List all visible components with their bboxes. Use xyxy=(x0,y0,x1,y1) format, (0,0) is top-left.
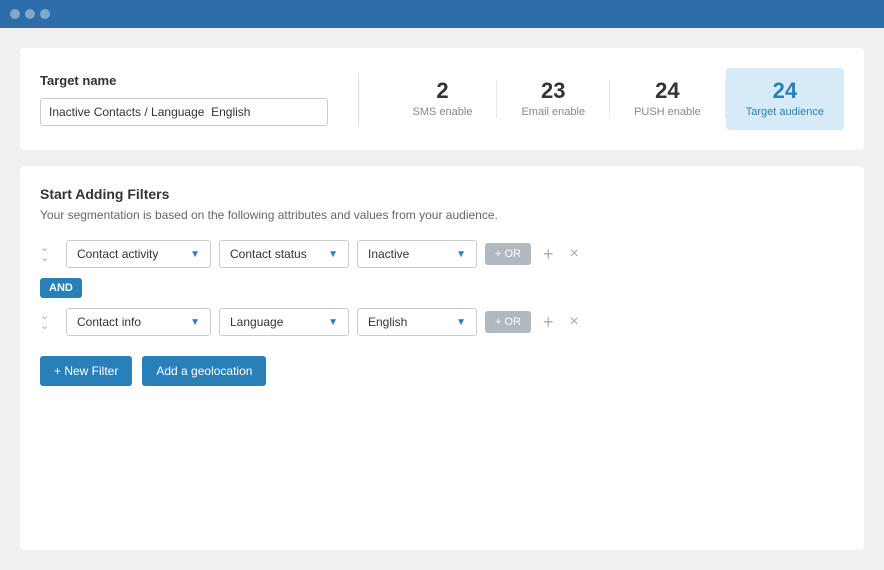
filter2-value-text: English xyxy=(368,315,407,329)
stat-sms: 2 SMS enable xyxy=(389,80,498,118)
filters-subtitle: Your segmentation is based on the follow… xyxy=(40,208,844,222)
stat-email-number: 23 xyxy=(521,80,585,102)
stat-sms-number: 2 xyxy=(413,80,473,102)
stat-email-label: Email enable xyxy=(521,106,585,118)
filter2-or-button[interactable]: + OR xyxy=(485,311,531,333)
filters-card: Start Adding Filters Your segmentation i… xyxy=(20,166,864,550)
filter2-attribute-dropdown[interactable]: Language ▼ xyxy=(219,308,349,336)
filter1-value-arrow: ▼ xyxy=(456,249,466,260)
filter2-category-value: Contact info xyxy=(77,315,141,329)
filter2-category-dropdown[interactable]: Contact info ▼ xyxy=(66,308,211,336)
top-card: Target name 2 SMS enable 23 Email enable… xyxy=(20,48,864,150)
traffic-light-3 xyxy=(40,9,50,19)
traffic-lights xyxy=(10,9,50,19)
filter2-value-arrow: ▼ xyxy=(456,317,466,328)
target-name-section: Target name xyxy=(40,73,359,126)
stat-email: 23 Email enable xyxy=(497,80,610,118)
filter1-attribute-value: Contact status xyxy=(230,247,307,261)
traffic-light-2 xyxy=(25,9,35,19)
new-filter-button[interactable]: + New Filter xyxy=(40,356,132,386)
filter1-add-button[interactable]: + xyxy=(539,242,558,267)
filter1-attribute-arrow: ▼ xyxy=(328,249,338,260)
stats-section: 2 SMS enable 23 Email enable 24 PUSH ena… xyxy=(359,68,844,130)
filter1-remove-button[interactable]: × xyxy=(566,243,583,265)
filters-title: Start Adding Filters xyxy=(40,186,844,202)
stat-push-label: PUSH enable xyxy=(634,106,701,118)
stat-push-number: 24 xyxy=(634,80,701,102)
stat-push: 24 PUSH enable xyxy=(610,80,726,118)
filter2-add-button[interactable]: + xyxy=(539,310,558,335)
filter1-category-arrow: ▼ xyxy=(190,249,200,260)
filter1-value-text: Inactive xyxy=(368,247,409,261)
chevron-down-icon-2: ⌄ ⌄ xyxy=(40,312,58,332)
stat-audience-label: Target audience xyxy=(746,106,824,118)
filter1-category-value: Contact activity xyxy=(77,247,158,261)
action-buttons: + New Filter Add a geolocation xyxy=(40,356,844,386)
filter1-attribute-dropdown[interactable]: Contact status ▼ xyxy=(219,240,349,268)
traffic-light-1 xyxy=(10,9,20,19)
chevron-down-icon-1: ⌄ ⌄ xyxy=(40,244,58,264)
main-content: Target name 2 SMS enable 23 Email enable… xyxy=(0,28,884,570)
add-geolocation-button[interactable]: Add a geolocation xyxy=(142,356,266,386)
target-name-label: Target name xyxy=(40,73,328,88)
filter2-remove-button[interactable]: × xyxy=(566,311,583,333)
filter2-attribute-arrow: ▼ xyxy=(328,317,338,328)
title-bar xyxy=(0,0,884,28)
filter-row-1: ⌄ ⌄ Contact activity ▼ Contact status ▼ … xyxy=(40,240,844,268)
filter-row-2: ⌄ ⌄ Contact info ▼ Language ▼ English ▼ … xyxy=(40,308,844,336)
filter2-attribute-value: Language xyxy=(230,315,283,329)
and-badge: AND xyxy=(40,278,82,298)
filter1-value-dropdown[interactable]: Inactive ▼ xyxy=(357,240,477,268)
filter2-category-arrow: ▼ xyxy=(190,317,200,328)
stat-audience: 24 Target audience xyxy=(726,68,844,130)
filter2-value-dropdown[interactable]: English ▼ xyxy=(357,308,477,336)
filter1-category-dropdown[interactable]: Contact activity ▼ xyxy=(66,240,211,268)
stat-audience-number: 24 xyxy=(746,80,824,102)
target-name-input[interactable] xyxy=(40,98,328,126)
stat-sms-label: SMS enable xyxy=(413,106,473,118)
filter1-or-button[interactable]: + OR xyxy=(485,243,531,265)
